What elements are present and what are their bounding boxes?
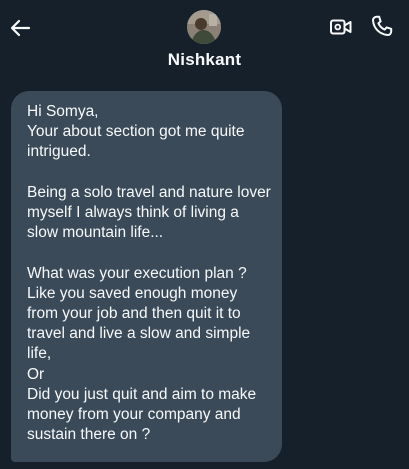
- phone-icon: [371, 15, 393, 37]
- message-paragraph: What was your execution plan ? Like you …: [27, 264, 257, 444]
- message-bubble[interactable]: Hi Somya, Your about section got me quit…: [11, 91, 282, 462]
- message-paragraph: Being a solo travel and nature lover mys…: [27, 183, 271, 242]
- message-paragraph: Hi Somya, Your about section got me quit…: [27, 103, 245, 161]
- video-call-icon: [330, 19, 352, 35]
- conversation-header: Nishkant: [0, 0, 409, 82]
- video-call-button[interactable]: [328, 14, 354, 40]
- arrow-left-icon: [10, 19, 31, 37]
- dm-conversation-screen: Nishkant Hi Somya, Your about section go…: [0, 0, 409, 469]
- back-button[interactable]: [6, 14, 34, 42]
- avatar[interactable]: [187, 10, 221, 44]
- contact-name[interactable]: Nishkant: [0, 50, 409, 70]
- avatar-photo: [187, 10, 221, 44]
- voice-call-button[interactable]: [369, 13, 395, 39]
